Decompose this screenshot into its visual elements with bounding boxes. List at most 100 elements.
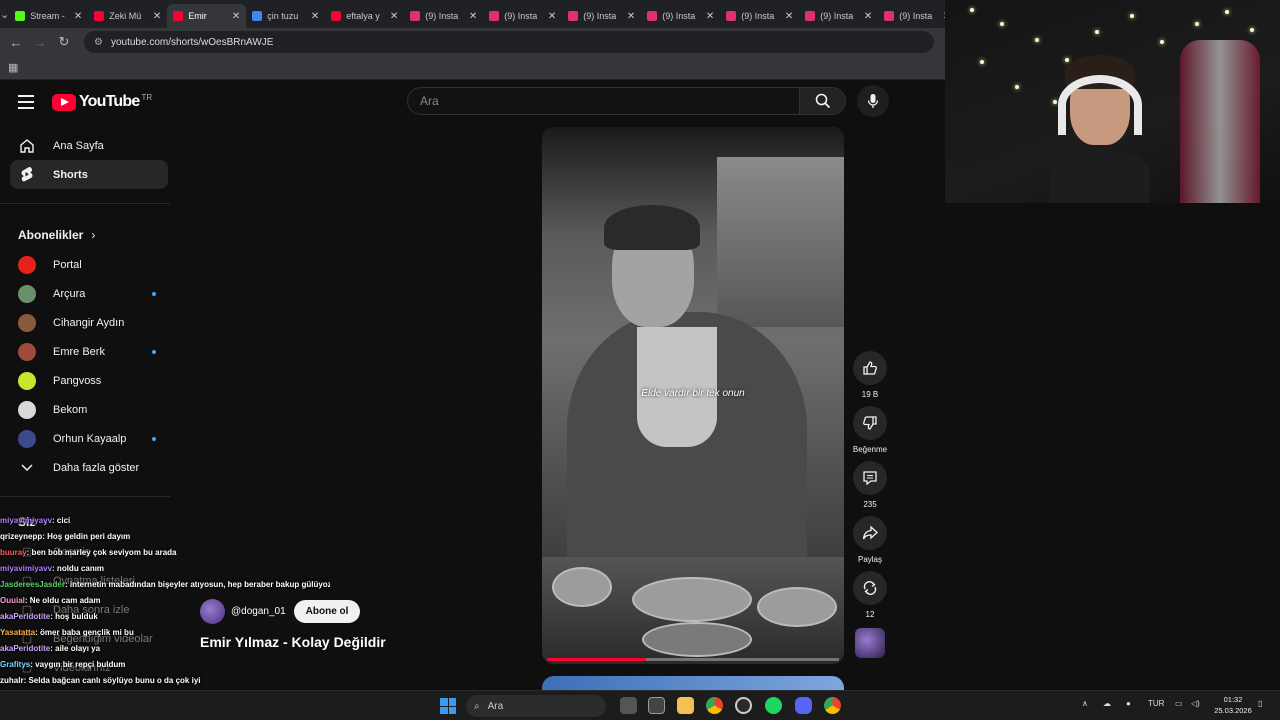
back-icon[interactable]: ← (4, 35, 28, 50)
clock[interactable]: 01:32 25.03.2026 (1208, 694, 1258, 716)
windows-start-icon[interactable] (440, 698, 456, 714)
voice-search-button[interactable] (857, 85, 889, 117)
reload-icon[interactable]: ↻ (52, 34, 76, 50)
chat-text: : Ne oldu cam adam (24, 596, 101, 605)
remix-button[interactable] (853, 571, 887, 605)
close-tab-icon[interactable]: ✕ (311, 11, 319, 22)
chat-text: : ömer baba gençlik mi bu (35, 628, 134, 637)
search-input[interactable]: Ara (407, 87, 800, 115)
sidebar-item-shorts[interactable]: Shorts (10, 160, 168, 189)
file-explorer-icon[interactable] (677, 697, 694, 714)
volume-icon[interactable]: ◁) (1191, 699, 1200, 708)
browser-toolbar: ← → ↻ ⚙ youtube.com/shorts/wOesBRnAWJE (0, 28, 945, 56)
sound-thumbnail[interactable] (855, 628, 885, 658)
onedrive-icon[interactable]: ☁ (1103, 699, 1111, 708)
browser-tab[interactable]: Zeki Mü ✕ (88, 4, 167, 28)
close-tab-icon[interactable]: ✕ (785, 11, 793, 22)
forward-icon[interactable]: → (28, 35, 52, 50)
browser-tab[interactable]: Stream - ✕ (9, 4, 88, 28)
browser-tab[interactable]: (9) Insta ✕ (404, 4, 483, 28)
shorts-video-player[interactable]: Elde vardır bir tek onun (542, 127, 844, 664)
obs-icon[interactable] (735, 697, 752, 714)
spotify-icon[interactable] (765, 697, 782, 714)
menu-icon[interactable] (18, 95, 34, 113)
chat-username: zuhalr (0, 676, 24, 685)
share-button[interactable] (853, 516, 887, 550)
stream-chat-overlay: miyavimiyavv: cici qrizeynepp: Hoş geldin… (0, 513, 330, 705)
sidebar-item-subscription[interactable]: Portal (10, 250, 168, 279)
tab-favicon-icon (331, 11, 342, 21)
sidebar-item-subscription[interactable]: Pangvoss (10, 366, 168, 395)
close-tab-icon[interactable]: ✕ (706, 11, 714, 22)
chat-text: : aile olayı ya (50, 644, 101, 653)
close-tab-icon[interactable]: ✕ (153, 11, 161, 22)
browser-tab[interactable]: eftalya y ✕ (325, 4, 404, 28)
search-button[interactable] (800, 87, 846, 115)
youtube-logo[interactable]: YouTube TR (52, 93, 152, 111)
address-bar[interactable]: ⚙ youtube.com/shorts/wOesBRnAWJE (84, 31, 934, 53)
chrome-icon[interactable] (706, 697, 723, 714)
tab-favicon-icon (568, 11, 579, 21)
close-tab-icon[interactable]: ✕ (74, 11, 82, 22)
chat-text: : ben bob marley çok seviyom bu arada (26, 548, 177, 557)
chrome-profile-icon[interactable] (824, 697, 841, 714)
close-tab-icon[interactable]: ✕ (232, 11, 240, 22)
browser-tab[interactable]: (9) Insta ✕ (562, 4, 641, 28)
site-info-icon[interactable]: ⚙ (94, 37, 103, 48)
tab-title: (9) Insta (662, 11, 696, 21)
shorts-actions: 19 B Beğenme 235 Paylaş 12 (852, 351, 888, 664)
browser-tab[interactable]: çin tuzu ✕ (246, 4, 325, 28)
chat-username: akaPeridotite (0, 612, 51, 621)
subscriptions-header[interactable]: Abonelikler › (0, 220, 170, 250)
subscription-name: Cihangir Aydın (53, 316, 125, 329)
subscription-name: Arçura (53, 287, 86, 300)
video-progress-fill (547, 658, 647, 661)
sidebar-item-subscription[interactable]: Bekom (10, 395, 168, 424)
chat-message: Yasatatta: ömer baba gençlik mi bu (0, 625, 330, 641)
close-tab-icon[interactable]: ✕ (469, 11, 477, 22)
sidebar-item-home[interactable]: Ana Sayfa (10, 131, 168, 160)
like-button[interactable] (853, 351, 887, 385)
task-view-icon[interactable] (620, 697, 637, 714)
chat-text: : vaygın bir repçi buldum (30, 660, 126, 669)
tab-title: (9) Insta (504, 11, 538, 21)
show-more-button[interactable]: Daha fazla göster (10, 453, 168, 482)
network-icon[interactable]: ▭ (1175, 699, 1183, 708)
video-progress-bar[interactable] (547, 658, 839, 661)
chat-message: akaPeridotite: hoş bulduk (0, 609, 330, 625)
sidebar-item-subscription[interactable]: Emre Berk (10, 337, 168, 366)
browser-tab[interactable]: (9) Insta ✕ (483, 4, 562, 28)
chat-username: JasdereesJasder (0, 580, 65, 589)
tab-search-icon[interactable]: ⌄ (0, 0, 9, 28)
video-subtitle: Elde vardır bir tek onun (641, 388, 745, 399)
discord-icon[interactable] (795, 697, 812, 714)
close-tab-icon[interactable]: ✕ (390, 11, 398, 22)
notification-icon[interactable]: ▯ (1258, 699, 1262, 708)
apps-grid-icon[interactable]: ▦ (8, 61, 18, 74)
thumbs-down-icon (863, 416, 877, 430)
browser-tab-bar: ⌄ Stream - ✕ Zeki Mü ✕ Emir ✕ çin tuzu ✕ eftalya… (0, 0, 951, 28)
dislike-button[interactable] (853, 406, 887, 440)
dislike-label: Beğenme (852, 445, 888, 454)
tab-favicon-icon (252, 11, 263, 21)
tab-favicon-icon (805, 11, 816, 21)
close-tab-icon[interactable]: ✕ (627, 11, 635, 22)
store-icon[interactable] (648, 697, 665, 714)
browser-tab[interactable]: (9) Insta ✕ (799, 4, 878, 28)
close-tab-icon[interactable]: ✕ (864, 11, 872, 22)
microphone-icon[interactable]: ● (1126, 699, 1131, 708)
tab-title: (9) Insta (899, 11, 933, 21)
comments-button[interactable] (853, 461, 887, 495)
input-language[interactable]: TUR (1148, 699, 1164, 708)
browser-tab[interactable]: (9) Insta ✕ (720, 4, 799, 28)
browser-tab[interactable]: (9) Insta ✕ (641, 4, 720, 28)
taskbar-search[interactable]: ⌕ Ara (466, 695, 606, 717)
sidebar-item-subscription[interactable]: Cihangir Aydın (10, 308, 168, 337)
sidebar-item-subscription[interactable]: Orhun Kayaalp (10, 424, 168, 453)
close-tab-icon[interactable]: ✕ (548, 11, 556, 22)
sidebar-item-subscription[interactable]: Arçura (10, 279, 168, 308)
browser-tab[interactable]: Emir ✕ (167, 4, 247, 28)
tray-expand-icon[interactable]: ∧ (1082, 699, 1088, 708)
chat-message: zuhalr: Selda bağcan canlı söylüyo bunu … (0, 673, 330, 689)
new-content-dot (152, 292, 156, 296)
